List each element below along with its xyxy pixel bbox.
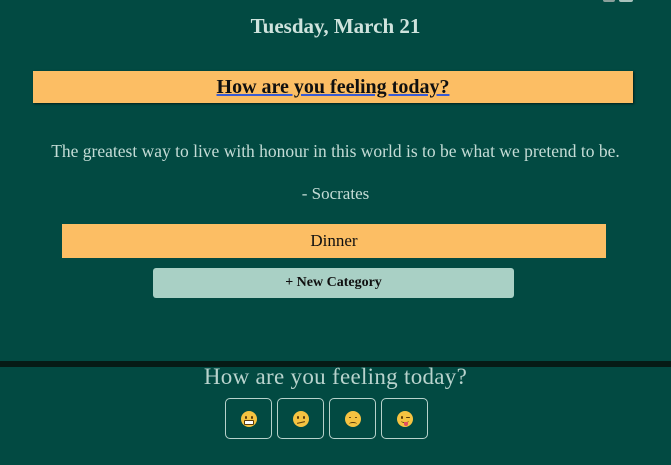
mood-question: How are you feeling today? [203,364,468,389]
date-heading: Tuesday, March 21 [250,14,421,38]
category-item-dinner[interactable]: Dinner [62,224,606,258]
winking-tongue-face-icon [396,410,413,427]
mood-button-confused[interactable] [277,398,324,439]
feeling-prompt-link[interactable]: How are you feeling today? [217,76,450,98]
window-control-icon[interactable] [619,0,633,2]
confused-face-icon [292,410,309,427]
window-controls[interactable] [603,0,635,4]
feeling-prompt-banner: How are you feeling today? [33,71,633,103]
mood-button-grinning[interactable] [225,398,272,439]
quote-text: The greatest way to live with honour in … [51,141,620,161]
mood-button-group [225,398,428,442]
grinning-face-icon [240,410,257,427]
quote-author: - Socrates [301,184,370,203]
pensive-face-icon [344,410,361,427]
mood-button-winking-tongue[interactable] [381,398,428,439]
new-category-button[interactable]: + New Category [153,268,514,298]
window-control-icon[interactable] [603,0,615,2]
mood-button-pensive[interactable] [329,398,376,439]
